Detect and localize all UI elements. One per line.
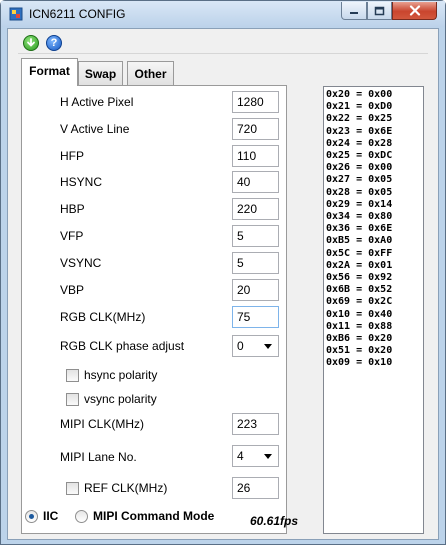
close-icon (409, 5, 420, 16)
ref-clk-checkbox[interactable] (66, 482, 79, 495)
iic-radio[interactable] (25, 510, 38, 523)
register-lines: 0x20 = 0x00 0x21 = 0xD0 0x22 = 0x25 0x23… (324, 87, 423, 370)
tab-format[interactable]: Format (21, 58, 78, 86)
maximize-icon (374, 6, 385, 15)
register-line: 0x22 = 0x25 (326, 113, 393, 125)
mipi-clk-label: MIPI CLK(MHz) (60, 417, 144, 431)
mipi-lane-label: MIPI Lane No. (60, 450, 137, 464)
vsync-label: VSYNC (60, 256, 102, 270)
register-line: 0x34 = 0x80 (326, 211, 393, 223)
hfp-label: HFP (60, 149, 84, 163)
mipi-command-mode-radio[interactable] (75, 510, 88, 523)
register-line: 0x28 = 0x05 (326, 186, 393, 198)
register-line: 0x09 = 0x10 (326, 357, 393, 369)
register-line: 0x20 = 0x00 (326, 89, 393, 100)
ref-clk-input[interactable]: 26 (232, 477, 279, 499)
register-line: 0x6B = 0x52 (326, 284, 393, 296)
help-button[interactable]: ? (46, 35, 62, 51)
v-active-line-input[interactable]: 720 (232, 118, 279, 140)
hsync-polarity-checkbox[interactable] (66, 369, 79, 382)
register-line: 0x23 = 0x6E (326, 125, 393, 137)
format-panel: H Active Pixel 1280 V Active Line 720 HF… (21, 85, 287, 534)
mipi-lane-select[interactable]: 4 (232, 445, 279, 467)
mipi-command-mode-label: MIPI Command Mode (93, 509, 215, 523)
hfp-input[interactable]: 110 (232, 145, 279, 167)
fps-readout: 60.61fps (250, 514, 299, 528)
register-line: 0x24 = 0x28 (326, 137, 393, 149)
window-title: ICN6211 CONFIG (29, 7, 126, 21)
minimize-button[interactable] (341, 2, 367, 20)
h-active-pixel-input[interactable]: 1280 (232, 91, 279, 113)
green-arrow-down-icon (27, 38, 35, 47)
rgb-clk-phase-select[interactable]: 0 (232, 335, 279, 357)
register-line: 0x10 = 0x40 (326, 308, 393, 320)
register-line: 0x21 = 0xD0 (326, 101, 393, 113)
vbp-label: VBP (60, 283, 85, 297)
rgb-clk-phase-label: RGB CLK phase adjust (60, 339, 185, 353)
h-active-pixel-label: H Active Pixel (60, 95, 134, 109)
register-line: 0x51 = 0x20 (326, 345, 393, 357)
vsync-polarity-label: vsync polarity (84, 392, 157, 406)
mipi-lane-value: 4 (237, 449, 244, 463)
toolbar: ? (8, 29, 438, 55)
maximize-button[interactable] (367, 2, 392, 20)
iic-radio-label: IIC (43, 509, 59, 523)
vsync-polarity-checkbox[interactable] (66, 393, 79, 406)
tab-swap[interactable]: Swap (78, 61, 123, 85)
vfp-label: VFP (60, 229, 84, 243)
hsync-input[interactable]: 40 (232, 171, 279, 193)
app-icon (9, 7, 23, 21)
title-bar[interactable]: ICN6211 CONFIG (1, 1, 445, 27)
register-line: 0x56 = 0x92 (326, 272, 393, 284)
rgb-clk-phase-value: 0 (237, 339, 244, 353)
mipi-clk-input[interactable]: 223 (232, 413, 279, 435)
client-area: ? Format Swap Other H Active Pixel 1280 … (7, 28, 439, 540)
tab-other[interactable]: Other (127, 61, 174, 85)
vsync-input[interactable]: 5 (232, 252, 279, 274)
app-window: ICN6211 CONFIG ? Format Swap Other H Act… (0, 0, 446, 545)
hsync-label: HSYNC (60, 175, 103, 189)
vbp-input[interactable]: 20 (232, 279, 279, 301)
register-line: 0x11 = 0x88 (326, 320, 393, 332)
toolbar-divider (18, 53, 428, 54)
hbp-label: HBP (60, 202, 85, 216)
register-line: 0x69 = 0x2C (326, 296, 393, 308)
chevron-down-icon (264, 344, 272, 349)
rgb-clk-label: RGB CLK(MHz) (60, 310, 146, 324)
close-button[interactable] (392, 2, 437, 20)
register-line: 0x5C = 0xFF (326, 247, 393, 259)
register-line: 0x2A = 0x01 (326, 259, 393, 271)
register-line: 0x27 = 0x05 (326, 174, 393, 186)
hsync-polarity-label: hsync polarity (84, 368, 158, 382)
v-active-line-label: V Active Line (60, 122, 130, 136)
register-line: 0x26 = 0x00 (326, 162, 393, 174)
register-line: 0xB5 = 0xA0 (326, 235, 393, 247)
hbp-input[interactable]: 220 (232, 198, 279, 220)
run-button[interactable] (23, 35, 39, 51)
register-line: 0x36 = 0x6E (326, 223, 393, 235)
register-line: 0x25 = 0xDC (326, 150, 393, 162)
help-icon: ? (50, 37, 58, 49)
register-line: 0xB6 = 0x20 (326, 333, 393, 345)
rgb-clk-input[interactable]: 75 (232, 306, 279, 328)
minimize-icon (350, 11, 358, 14)
chevron-down-icon (264, 454, 272, 459)
vfp-input[interactable]: 5 (232, 225, 279, 247)
register-line: 0x29 = 0x14 (326, 198, 393, 210)
ref-clk-label: REF CLK(MHz) (84, 481, 168, 495)
register-list[interactable]: 0x20 = 0x00 0x21 = 0xD0 0x22 = 0x25 0x23… (323, 86, 424, 534)
